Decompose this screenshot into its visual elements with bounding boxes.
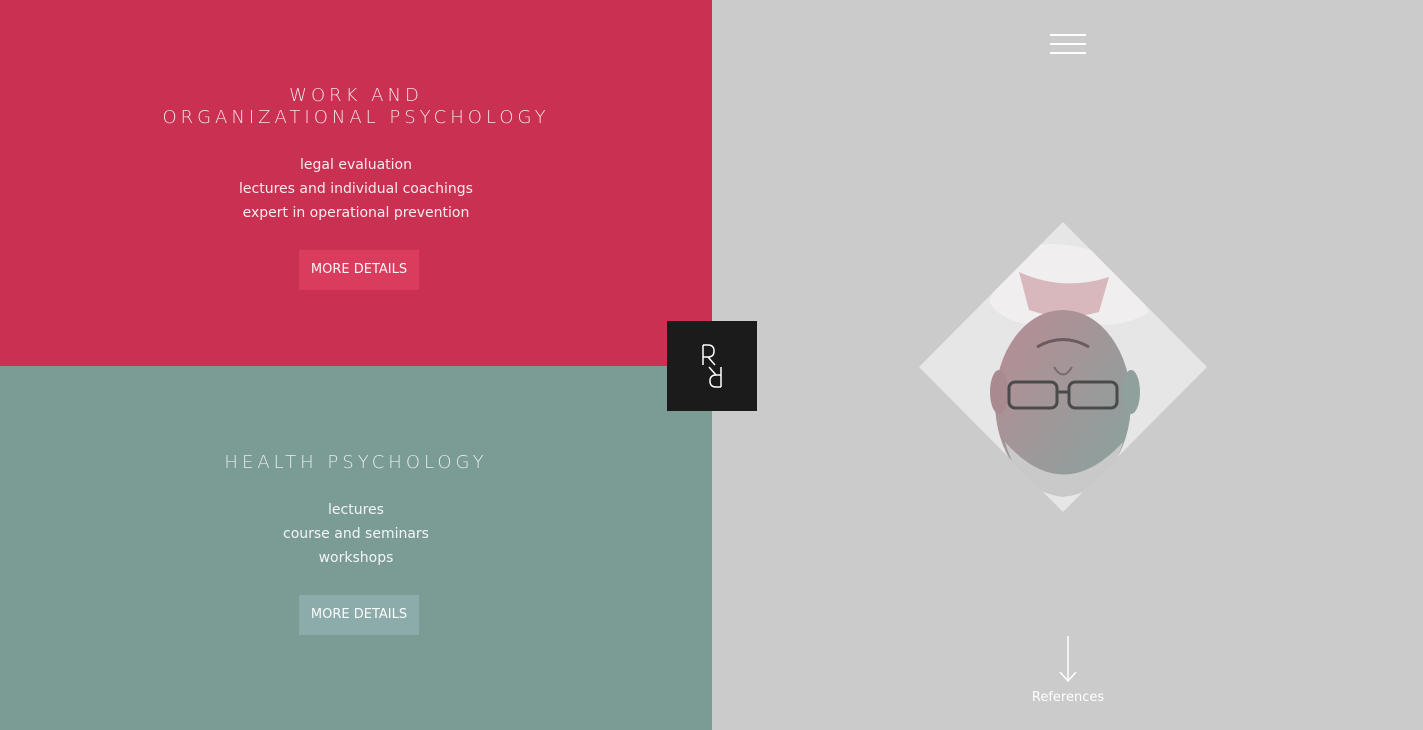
list-item: lectures — [328, 502, 384, 518]
list-item: lectures and individual coachings — [239, 181, 473, 197]
health-psychology-heading: HEALTH PSYCHOLOGY — [224, 452, 488, 473]
rr-monogram-logo[interactable] — [667, 321, 757, 411]
portrait-image — [919, 222, 1207, 512]
portrait-photo — [919, 222, 1207, 512]
work-services-list: legal evaluation lectures and individual… — [0, 153, 712, 225]
references-link[interactable]: References — [1008, 634, 1128, 705]
health-services-list: lectures course and seminars workshops — [0, 498, 712, 570]
list-item: course and seminars — [283, 526, 429, 542]
health-more-details-button[interactable]: MORE DETAILS — [299, 595, 419, 635]
menu-line — [1050, 34, 1086, 36]
work-heading-line2: ORGANIZATIONAL PSYCHOLOGY — [162, 107, 550, 128]
arrow-down-icon — [1059, 636, 1077, 683]
menu-line — [1050, 43, 1086, 45]
list-item: workshops — [318, 550, 394, 566]
work-psychology-panel: WORK AND ORGANIZATIONAL PSYCHOLOGY legal… — [0, 0, 712, 366]
work-heading-line1: WORK AND — [289, 85, 423, 106]
work-more-details-button[interactable]: MORE DETAILS — [299, 250, 419, 290]
list-item: expert in operational prevention — [242, 205, 470, 221]
health-psychology-panel: HEALTH PSYCHOLOGY lectures course and se… — [0, 366, 712, 730]
work-psychology-heading: WORK AND ORGANIZATIONAL PSYCHOLOGY — [0, 85, 712, 129]
references-label: References — [1031, 690, 1105, 705]
menu-line — [1050, 52, 1086, 54]
hamburger-menu-icon[interactable] — [1050, 34, 1086, 56]
list-item: legal evaluation — [300, 157, 412, 173]
rr-logo-icon — [702, 344, 722, 388]
